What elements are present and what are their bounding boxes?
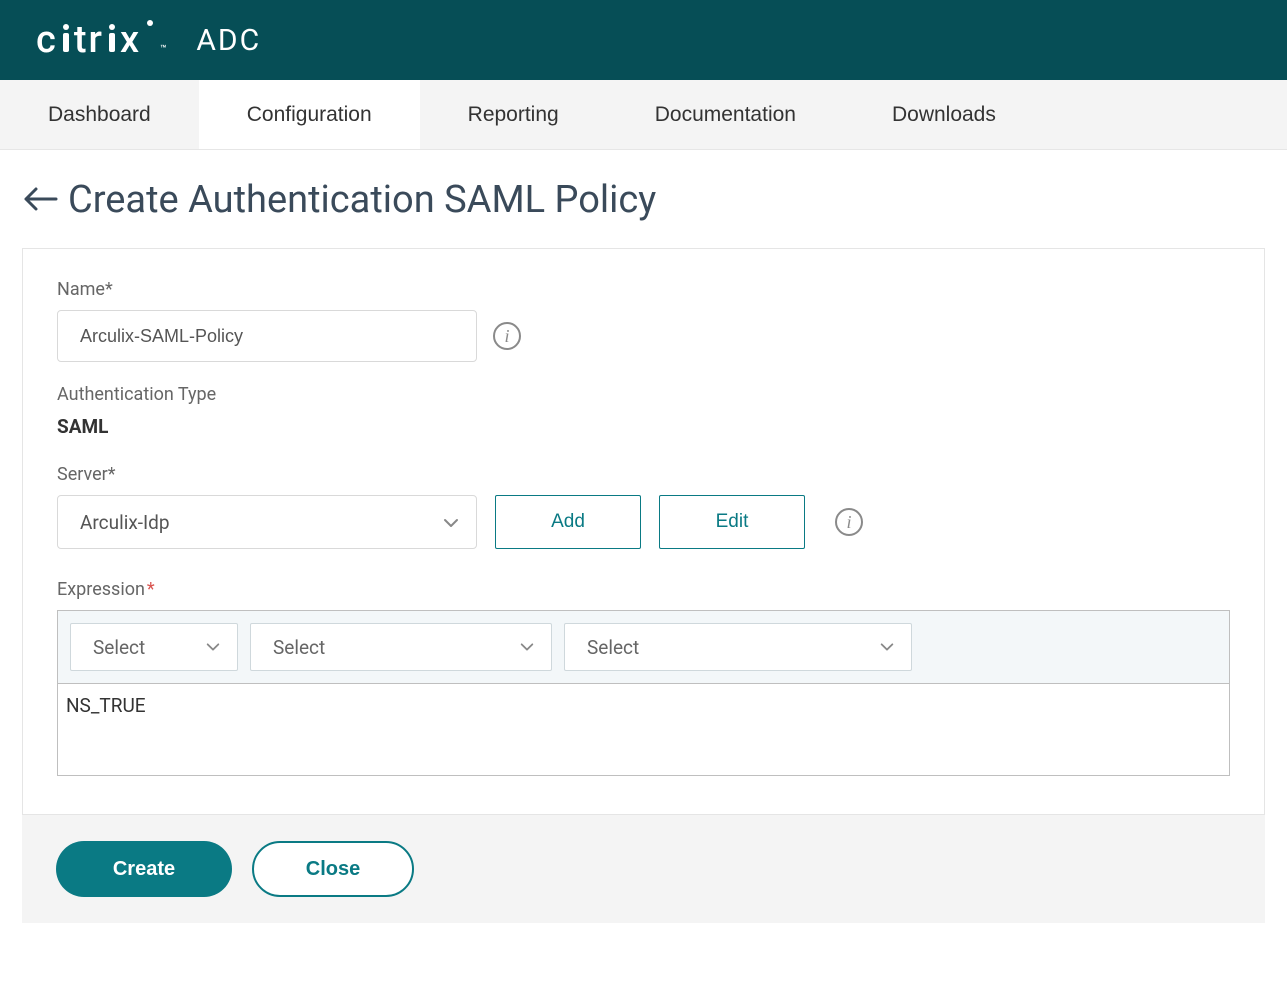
chevron-down-icon xyxy=(519,639,535,655)
expression-textarea[interactable] xyxy=(57,684,1230,776)
edit-button[interactable]: Edit xyxy=(659,495,805,549)
nav-tab-downloads[interactable]: Downloads xyxy=(844,80,1044,149)
server-select-value: Arculix-Idp xyxy=(80,511,170,534)
brand-logo: c tr x ™ xyxy=(36,18,168,62)
expression-label-text: Expression xyxy=(57,579,145,600)
info-icon[interactable]: i xyxy=(835,508,863,536)
brand-trademark: ™ xyxy=(160,44,168,55)
nav-tab-label: Configuration xyxy=(247,103,372,127)
expression-select-value: Select xyxy=(93,636,145,659)
name-label: Name* xyxy=(57,279,1230,300)
brand-logo-x-dot-icon xyxy=(142,18,158,52)
brand-logo-dot-i-icon xyxy=(59,22,73,52)
expression-select-value: Select xyxy=(587,636,639,659)
action-bar: Create Close xyxy=(22,815,1265,923)
nav-tab-label: Dashboard xyxy=(48,103,151,127)
nav-tab-reporting[interactable]: Reporting xyxy=(420,80,607,149)
chevron-down-icon xyxy=(879,639,895,655)
brand-bar: c tr x ™ ADC xyxy=(0,0,1287,80)
info-icon[interactable]: i xyxy=(493,322,521,350)
server-label: Server* xyxy=(57,464,1230,485)
back-arrow-icon[interactable] xyxy=(22,185,60,215)
auth-type-label: Authentication Type xyxy=(57,384,1230,405)
create-button[interactable]: Create xyxy=(56,841,232,897)
server-row: Arculix-Idp Add Edit i xyxy=(57,495,1230,549)
brand-logo-text: tr xyxy=(74,18,104,62)
brand-product: ADC xyxy=(196,23,261,58)
expression-select-1[interactable]: Select xyxy=(70,623,238,671)
nav-tab-dashboard[interactable]: Dashboard xyxy=(0,80,199,149)
close-button[interactable]: Close xyxy=(252,841,414,897)
nav-bar: Dashboard Configuration Reporting Docume… xyxy=(0,80,1287,150)
name-input[interactable] xyxy=(57,310,477,362)
server-select[interactable]: Arculix-Idp xyxy=(57,495,477,549)
nav-tab-label: Documentation xyxy=(655,103,796,127)
name-row: i xyxy=(57,310,1230,362)
required-star: * xyxy=(147,579,155,600)
nav-tab-label: Reporting xyxy=(468,103,559,127)
auth-type-value: SAML xyxy=(57,415,1230,438)
expression-select-2[interactable]: Select xyxy=(250,623,552,671)
nav-tab-label: Downloads xyxy=(892,103,996,127)
expression-select-3[interactable]: Select xyxy=(564,623,912,671)
add-button[interactable]: Add xyxy=(495,495,641,549)
form-panel: Name* i Authentication Type SAML Server*… xyxy=(22,248,1265,815)
expression-label: Expression* xyxy=(57,579,1230,600)
chevron-down-icon xyxy=(205,639,221,655)
chevron-down-icon xyxy=(442,514,458,530)
expression-editor: Select Select Select xyxy=(57,610,1230,780)
nav-tab-documentation[interactable]: Documentation xyxy=(607,80,844,149)
expression-toolbar: Select Select Select xyxy=(57,610,1230,684)
page-content: Create Authentication SAML Policy Name* … xyxy=(0,150,1287,923)
page-title: Create Authentication SAML Policy xyxy=(68,178,656,222)
nav-tab-configuration[interactable]: Configuration xyxy=(199,80,420,149)
brand-logo-text: x xyxy=(120,18,141,62)
brand-logo-dot-i-icon xyxy=(105,22,119,52)
page-header: Create Authentication SAML Policy xyxy=(22,178,1265,222)
brand-logo-text: c xyxy=(36,18,58,62)
expression-select-value: Select xyxy=(273,636,325,659)
